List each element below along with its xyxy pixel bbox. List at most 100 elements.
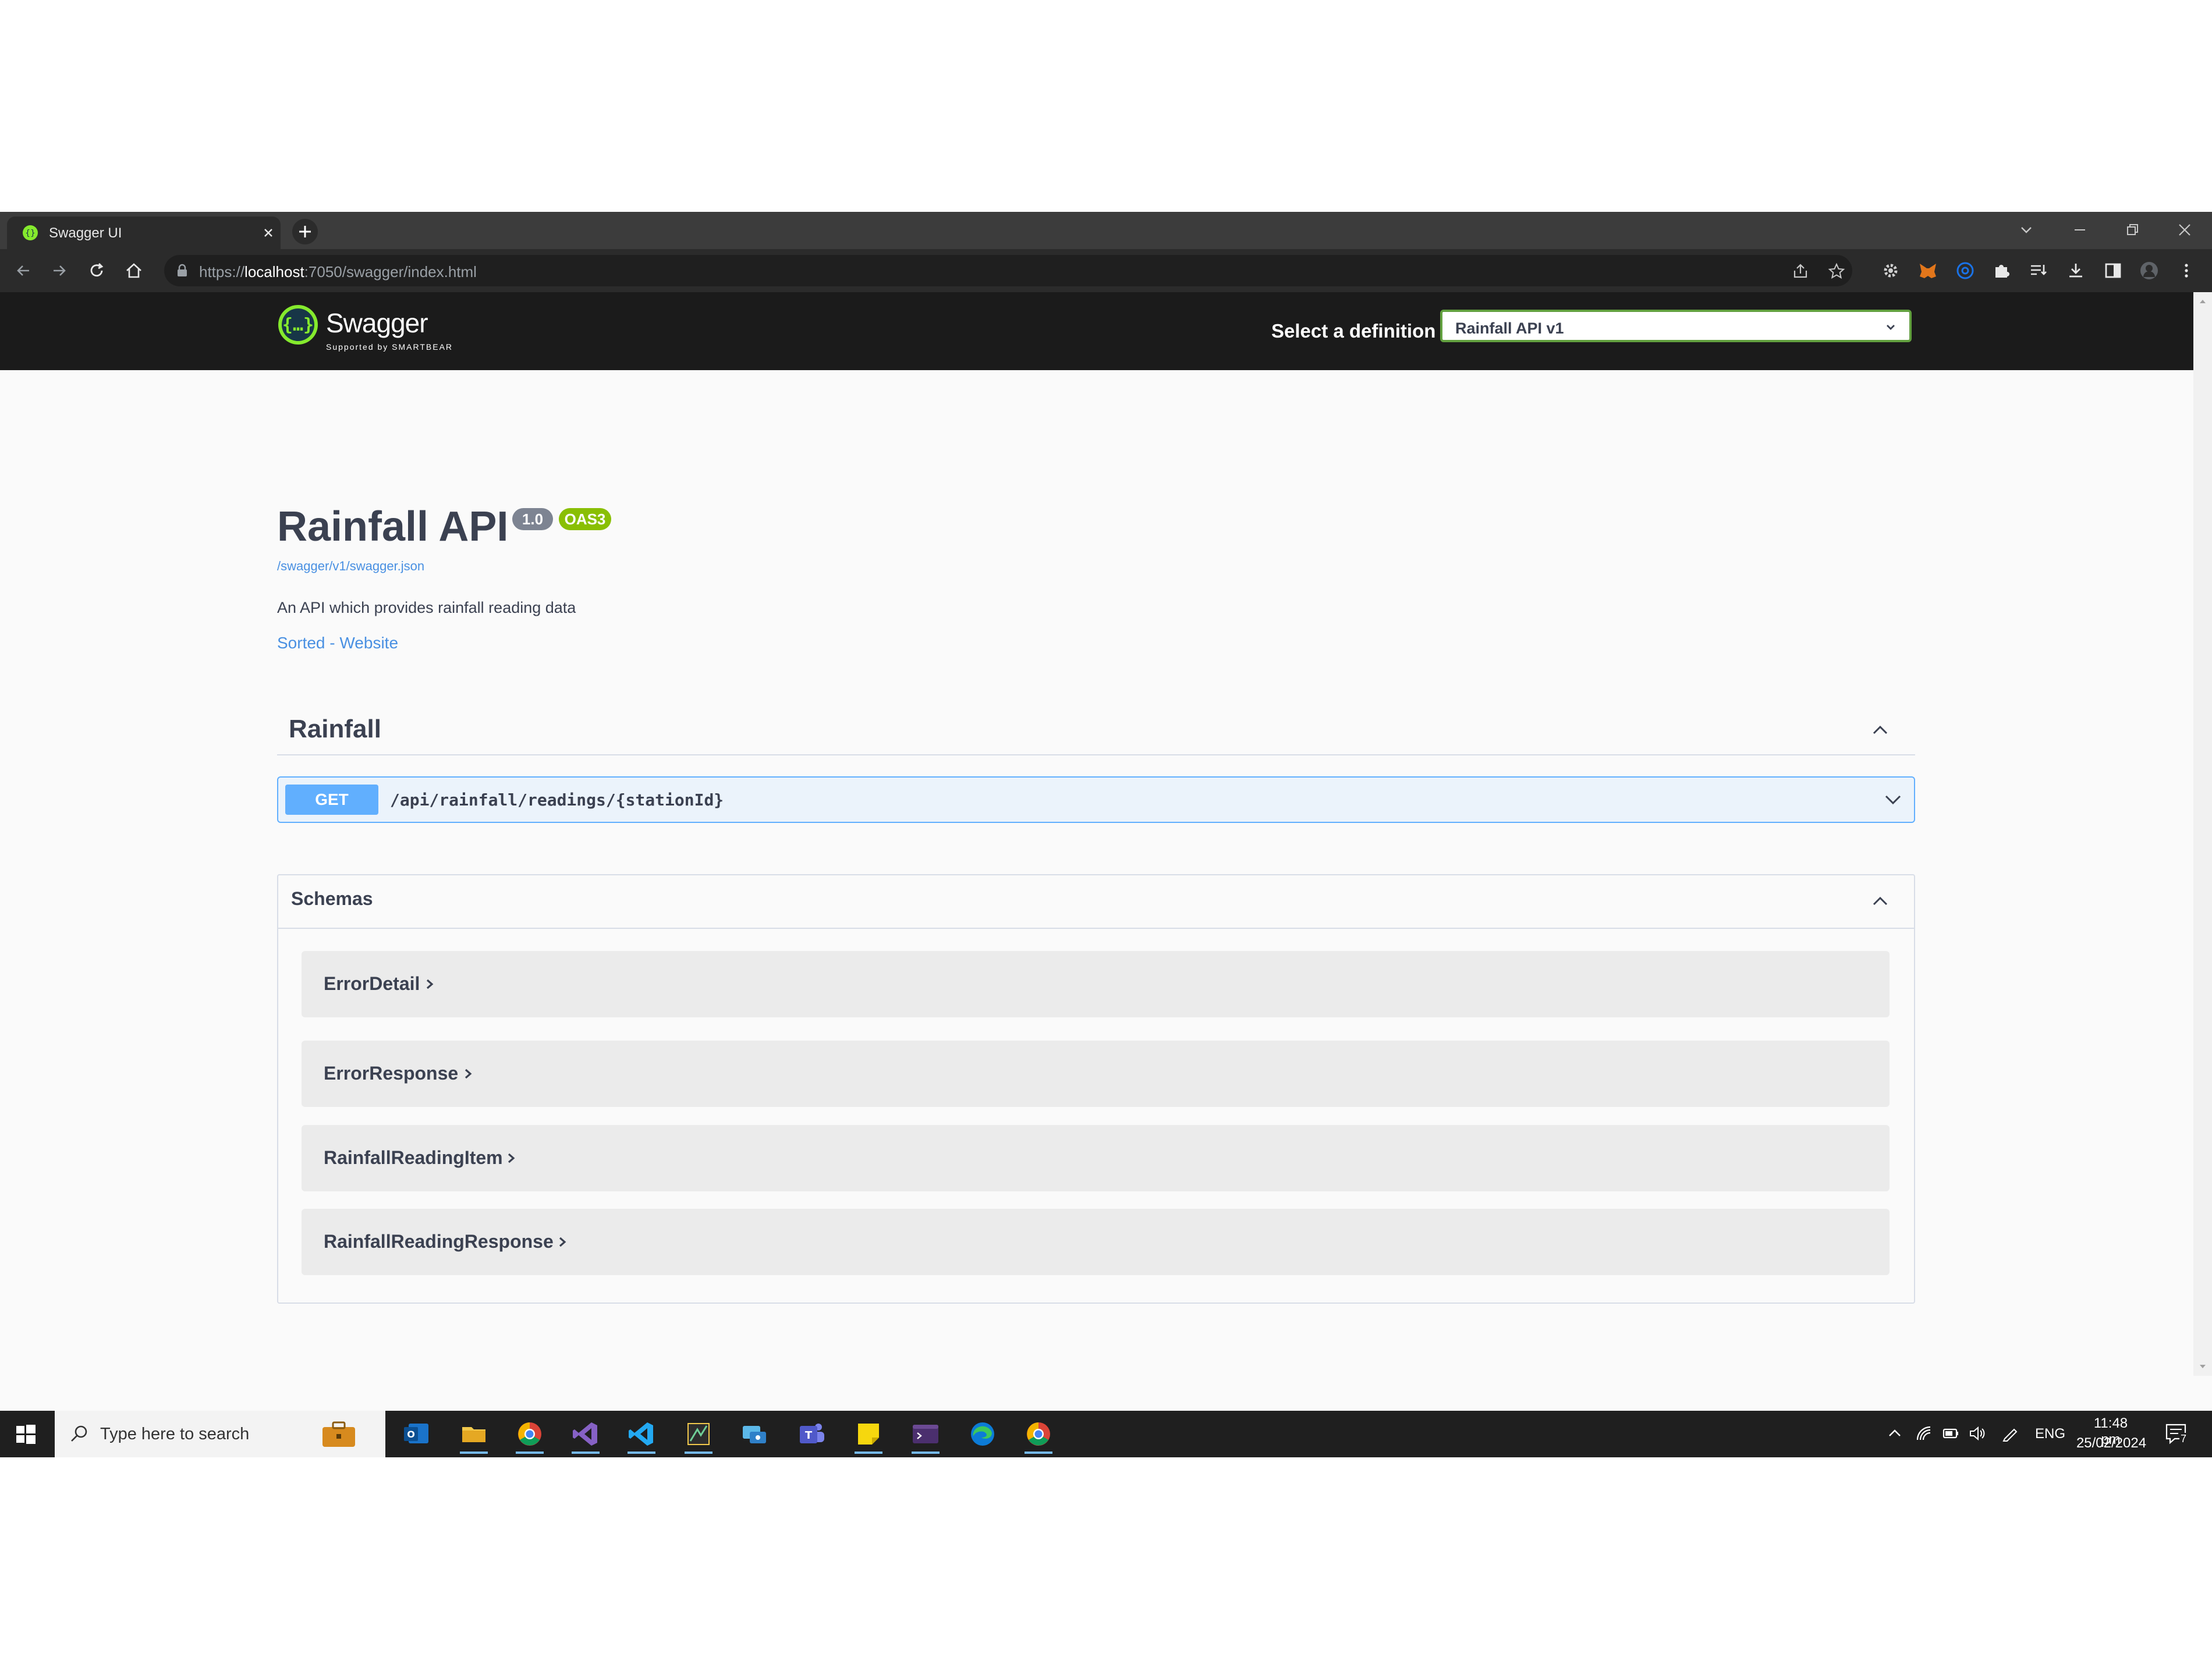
tray-date[interactable]: 25/02/2024 bbox=[2072, 1435, 2150, 1451]
taskbar-chrome-icon[interactable] bbox=[513, 1418, 546, 1454]
side-panel-icon[interactable] bbox=[2103, 260, 2124, 281]
chevron-up-icon[interactable] bbox=[1869, 718, 1892, 741]
chevron-down-icon bbox=[1887, 325, 1895, 330]
tray-pen-icon[interactable] bbox=[2000, 1424, 2020, 1443]
operation-path: /api/rainfall/readings/{stationId} bbox=[390, 790, 724, 810]
swagger-topbar: {…} Swagger Supported by SMARTBEAR Selec… bbox=[0, 292, 2193, 370]
model-item[interactable]: RainfallReadingItem bbox=[302, 1125, 1890, 1191]
taskbar-vscode-icon[interactable] bbox=[625, 1418, 658, 1454]
tray-language[interactable]: ENG bbox=[2035, 1426, 2065, 1442]
address-bar[interactable]: https://localhost:7050/swagger/index.htm… bbox=[164, 255, 1852, 286]
tray-battery-icon[interactable] bbox=[1941, 1424, 1961, 1443]
browser-menu-kebab-icon[interactable] bbox=[2176, 260, 2197, 281]
search-placeholder: Type here to search bbox=[100, 1425, 250, 1443]
chevron-down-icon[interactable] bbox=[1881, 788, 1905, 811]
tab-swagger-ui[interactable]: {} Swagger UI bbox=[7, 217, 281, 249]
taskbar-edge-icon[interactable] bbox=[966, 1418, 999, 1450]
running-indicator bbox=[628, 1451, 655, 1454]
url-text[interactable]: https://localhost:7050/swagger/index.htm… bbox=[199, 263, 477, 281]
schemas-title: Schemas bbox=[291, 888, 373, 909]
tab-strip: {} Swagger UI bbox=[0, 212, 2212, 249]
swagger-brand-sub: Supported by SMARTBEAR bbox=[326, 342, 453, 352]
definition-select[interactable]: Rainfall API v1 bbox=[1440, 310, 1912, 342]
tray-volume-icon[interactable] bbox=[1968, 1424, 1987, 1443]
tab-search-chevron-icon[interactable] bbox=[2016, 220, 2036, 240]
schemas-header[interactable]: Schemas bbox=[278, 875, 1914, 929]
running-indicator bbox=[460, 1451, 488, 1454]
tray-wifi-icon[interactable] bbox=[1914, 1424, 1934, 1443]
model-name: ErrorDetail bbox=[324, 973, 420, 994]
restore-icon[interactable] bbox=[2122, 220, 2142, 240]
windows-start-icon[interactable] bbox=[14, 1422, 37, 1446]
model-name: ErrorResponse bbox=[324, 1063, 459, 1084]
definition-select-value: Rainfall API v1 bbox=[1455, 320, 1564, 337]
search-icon bbox=[71, 1425, 87, 1442]
model-item[interactable]: ErrorDetail bbox=[302, 951, 1890, 1017]
http-method-badge: GET bbox=[285, 785, 378, 815]
swagger-logo-icon: {…} bbox=[278, 305, 318, 345]
briefcase-icon[interactable] bbox=[320, 1421, 357, 1448]
running-indicator bbox=[685, 1451, 712, 1454]
tray-notification-button[interactable]: 7 bbox=[2164, 1422, 2190, 1446]
taskbar-terminal-icon[interactable] bbox=[909, 1418, 942, 1454]
running-indicator bbox=[855, 1451, 882, 1454]
tab-title: Swagger UI bbox=[49, 225, 122, 241]
tag-name: Rainfall bbox=[289, 715, 381, 743]
reading-list-icon[interactable] bbox=[2028, 260, 2049, 281]
scroll-down-arrow-icon[interactable] bbox=[2198, 1362, 2207, 1371]
metamask-fox-icon[interactable] bbox=[1917, 260, 1938, 281]
downloads-icon[interactable] bbox=[2065, 260, 2086, 281]
chevron-right-icon[interactable] bbox=[421, 974, 439, 994]
version-badge: 1.0 bbox=[512, 508, 553, 530]
taskbar-network-app-icon[interactable] bbox=[738, 1418, 771, 1450]
model-item[interactable]: ErrorResponse bbox=[302, 1041, 1890, 1107]
api-description: An API which provides rainfall reading d… bbox=[277, 599, 576, 616]
spec-json-link[interactable]: /swagger/v1/swagger.json bbox=[277, 559, 424, 574]
scroll-up-arrow-icon[interactable] bbox=[2198, 297, 2207, 306]
chevron-right-icon[interactable] bbox=[460, 1064, 477, 1084]
minimize-icon[interactable] bbox=[2070, 220, 2090, 240]
taskbar-outlook-icon[interactable]: O bbox=[400, 1418, 433, 1450]
taskbar-visual-studio-icon[interactable] bbox=[569, 1418, 602, 1454]
profile-avatar-icon[interactable] bbox=[2139, 260, 2160, 281]
website-link[interactable]: Sorted - Website bbox=[277, 634, 398, 652]
swagger-favicon-icon: {} bbox=[23, 225, 38, 240]
back-arrow-icon[interactable] bbox=[13, 260, 34, 281]
at-sign-extension-icon[interactable] bbox=[1955, 260, 1976, 281]
model-name: RainfallReadingResponse bbox=[324, 1231, 554, 1252]
extension-gear-icon[interactable] bbox=[1880, 260, 1901, 281]
home-icon[interactable] bbox=[123, 260, 144, 281]
model-name: RainfallReadingItem bbox=[324, 1147, 503, 1168]
extensions-puzzle-icon[interactable] bbox=[1991, 260, 2012, 281]
taskbar-chrome-icon-2[interactable] bbox=[1022, 1418, 1055, 1454]
new-tab-plus-icon[interactable] bbox=[292, 219, 318, 244]
browser-toolbar: https://localhost:7050/swagger/index.htm… bbox=[0, 249, 2212, 293]
bookmark-star-icon[interactable] bbox=[1828, 262, 1845, 280]
chevron-up-icon[interactable] bbox=[1869, 889, 1892, 913]
taskbar-file-explorer-icon[interactable] bbox=[458, 1418, 490, 1454]
tab-close-icon[interactable] bbox=[261, 225, 276, 240]
taskbar-teams-icon[interactable]: T bbox=[795, 1418, 828, 1450]
forward-arrow-icon[interactable] bbox=[49, 260, 70, 281]
page-viewport: {…} Swagger Supported by SMARTBEAR Selec… bbox=[0, 292, 2193, 1376]
taskbar-search-box[interactable]: Type here to search bbox=[55, 1411, 385, 1457]
operation-get-readings[interactable]: GET /api/rainfall/readings/{stationId} bbox=[277, 776, 1915, 823]
close-window-icon[interactable] bbox=[2175, 220, 2195, 240]
lock-icon[interactable] bbox=[176, 264, 189, 278]
share-icon[interactable] bbox=[1792, 262, 1809, 280]
tray-show-hidden-icon[interactable] bbox=[1885, 1424, 1905, 1443]
tag-section-rainfall[interactable]: Rainfall bbox=[277, 708, 1915, 755]
browser-window: {} Swagger UI https://localhost:7050/swa… bbox=[0, 212, 2212, 1457]
reload-icon[interactable] bbox=[86, 260, 107, 281]
model-item[interactable]: RainfallReadingResponse bbox=[302, 1209, 1890, 1275]
page-scrollbar[interactable] bbox=[2193, 292, 2212, 1376]
swagger-logo[interactable]: {…} Swagger Supported by SMARTBEAR bbox=[277, 304, 452, 356]
svg-text:{}: {} bbox=[25, 229, 36, 238]
chevron-right-icon[interactable] bbox=[554, 1232, 572, 1252]
chevron-right-icon[interactable] bbox=[503, 1148, 520, 1168]
running-indicator bbox=[912, 1451, 940, 1454]
running-indicator bbox=[516, 1451, 544, 1454]
swagger-brand-name: Swagger bbox=[326, 308, 428, 338]
taskbar-sketch-tool-icon[interactable] bbox=[682, 1418, 715, 1454]
taskbar-sticky-notes-icon[interactable] bbox=[852, 1418, 885, 1454]
